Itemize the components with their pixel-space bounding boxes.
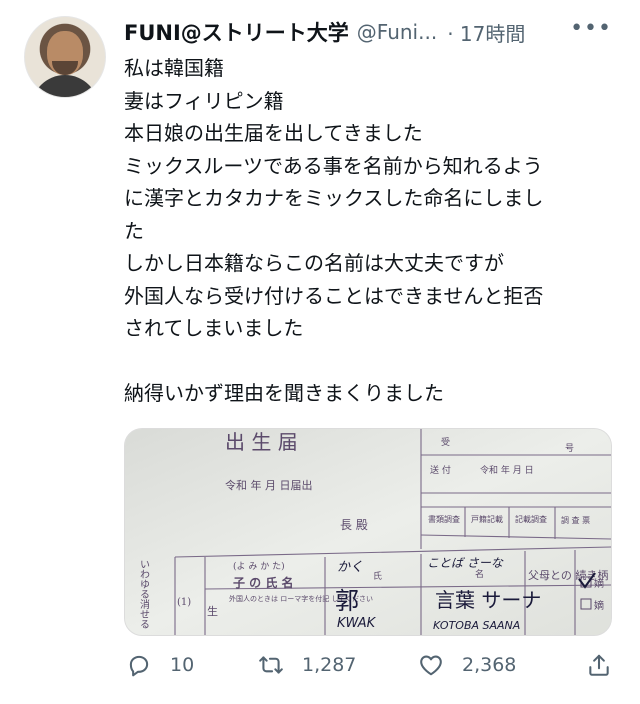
form-date-line: 令和 年 月 日届出 <box>225 478 313 492</box>
tweet-time[interactable]: · 17時間 <box>447 18 525 47</box>
checkbox-b-label: 嫡 <box>594 599 604 612</box>
tweet-line: されてしまいました <box>124 316 304 340</box>
author-avatar[interactable] <box>24 16 106 98</box>
more-options-icon[interactable]: ••• <box>570 16 612 41</box>
hand-surname-kanji: 郭 <box>335 587 359 615</box>
form-sent: 送 付 <box>430 464 451 476</box>
form-record-check: 記載調査 <box>515 514 547 524</box>
tweet-line: 納得いかず理由を聞きまくりました <box>124 381 444 405</box>
author-name[interactable]: FUNI@ストリート大学 <box>124 17 349 47</box>
form-check-more: 調 査 票 <box>561 515 590 525</box>
form-born-label: 生 <box>207 604 218 618</box>
tweet-line: しかし日本籍ならこの名前は大丈夫ですが <box>124 251 504 275</box>
tweet-line: 妻はフィリピン籍 <box>124 88 284 113</box>
retweet-count: 1,287 <box>302 654 357 676</box>
share-icon <box>589 654 609 676</box>
form-recipient: 長 殿 <box>340 518 368 532</box>
hand-surname-roman: KWAK <box>337 616 377 631</box>
form-doc-check: 書類調査 <box>428 514 460 524</box>
form-family-register: 戸籍記載 <box>471 514 503 524</box>
checkbox-a-label: 嫡 <box>594 577 604 590</box>
form-row-number: (1) <box>177 597 191 608</box>
form-title: 出 生 届 <box>225 430 298 454</box>
tweet-line: 本日娘の出生届を出してきました <box>124 121 423 145</box>
tweet-line: に漢字とカタカナをミックスした命名にしまし <box>124 186 544 210</box>
tweet-line: 私は韓国籍 <box>124 56 224 80</box>
tweet-header: FUNI@ストリート大学 @Funi... · 17時間 ••• <box>124 16 624 48</box>
reply-count: 10 <box>170 654 195 676</box>
tweet-actions: 10 1,287 2,368 <box>124 652 620 688</box>
form-side-note: いわゆる消せる <box>138 559 150 629</box>
author-handle[interactable]: @Funi... <box>357 20 437 44</box>
form-child-name-label: 子 の 氏 名 <box>233 575 294 590</box>
form-surname-label: 氏 <box>373 571 382 582</box>
hand-given-roman: KOTOBA SAANA <box>433 619 520 632</box>
tweet-photo[interactable]: 出 生 届 令和 年 月 日届出 長 殿 受 号 送 付 令和 年 月 日 書類… <box>124 428 612 636</box>
avatar-shoulders <box>31 75 99 97</box>
retweet-icon <box>259 656 283 674</box>
like-button[interactable]: 2,368 <box>418 652 516 678</box>
hand-given-reading: ことば さーな <box>427 556 504 570</box>
reply-button[interactable]: 10 <box>126 652 194 678</box>
reply-icon <box>129 655 149 677</box>
hand-given-kanji: 言葉 サーナ <box>435 588 541 612</box>
tweet-text: 私は韓国籍 妻はフィリピン籍 本日娘の出生届を出してきました ミックスルーツであ… <box>124 52 624 410</box>
form-received: 受 <box>441 436 450 448</box>
retweet-button[interactable]: 1,287 <box>258 652 356 678</box>
hand-surname-reading: かく <box>337 560 363 575</box>
birth-form-photo: 出 生 届 令和 年 月 日届出 長 殿 受 号 送 付 令和 年 月 日 書類… <box>125 429 611 635</box>
form-sent-date: 令和 年 月 日 <box>480 464 534 476</box>
like-count: 2,368 <box>462 654 517 676</box>
tweet-line <box>124 345 624 378</box>
share-button[interactable] <box>586 652 612 678</box>
heart-icon <box>420 655 442 676</box>
tweet-line: 外国人なら受け付けることはできませんと拒否 <box>124 283 544 308</box>
form-number-suffix: 号 <box>565 443 574 454</box>
form-furigana-label: (よ み か た) <box>233 561 285 572</box>
tweet-line: た <box>124 218 144 243</box>
tweet-line: ミックスルーツである事を名前から知れるよう <box>124 153 543 178</box>
